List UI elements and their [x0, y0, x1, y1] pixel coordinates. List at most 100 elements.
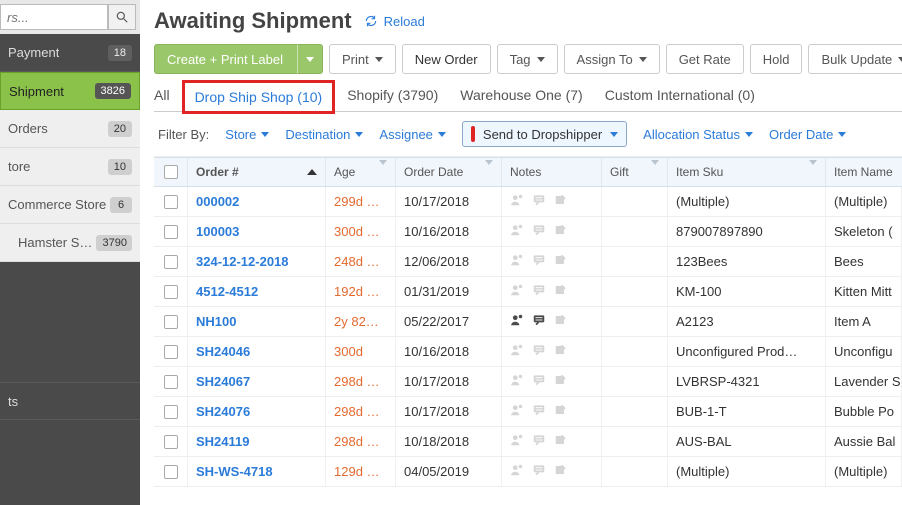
table-row[interactable]: 000002299d …10/17/2018(Multiple)(Multipl…: [154, 187, 902, 217]
row-select[interactable]: [154, 337, 188, 366]
new-order-button[interactable]: New Order: [402, 44, 491, 74]
filter-allocation-status[interactable]: Allocation Status: [643, 127, 753, 142]
chat-note-icon[interactable]: [532, 433, 546, 450]
row-select[interactable]: [154, 187, 188, 216]
table-row[interactable]: SH24076298d …10/17/2018BUB-1-TBubble Po: [154, 397, 902, 427]
col-order-number[interactable]: Order #: [188, 158, 326, 186]
chat-note-icon[interactable]: [532, 253, 546, 270]
order-link[interactable]: NH100: [196, 314, 236, 329]
filter-destination[interactable]: Destination: [285, 127, 363, 142]
cell-order: 100003: [188, 217, 326, 246]
user-note-icon[interactable]: [510, 283, 524, 300]
edit-note-icon[interactable]: [554, 223, 568, 240]
order-link[interactable]: 324-12-12-2018: [196, 254, 289, 269]
sidebar-item[interactable]: Payment18: [0, 34, 140, 72]
user-note-icon[interactable]: [510, 463, 524, 480]
bulk-update-button[interactable]: Bulk Update: [808, 44, 902, 74]
row-select[interactable]: [154, 397, 188, 426]
col-age[interactable]: Age: [326, 158, 396, 186]
store-tab[interactable]: Shopify (3790): [347, 87, 438, 103]
edit-note-icon[interactable]: [554, 193, 568, 210]
row-select[interactable]: [154, 427, 188, 456]
row-select[interactable]: [154, 247, 188, 276]
filter-send-to-dropshipper[interactable]: Send to Dropshipper: [462, 121, 627, 147]
user-note-icon[interactable]: [510, 313, 524, 330]
edit-note-icon[interactable]: [554, 463, 568, 480]
order-link[interactable]: SH24046: [196, 344, 250, 359]
edit-note-icon[interactable]: [554, 253, 568, 270]
store-tab[interactable]: Warehouse One (7): [460, 87, 582, 103]
chat-note-icon[interactable]: [532, 313, 546, 330]
table-row[interactable]: SH24119298d …10/18/2018AUS-BALAussie Bal: [154, 427, 902, 457]
assign-to-button[interactable]: Assign To: [564, 44, 660, 74]
sidebar-item-bottom[interactable]: ts: [0, 382, 140, 420]
edit-note-icon[interactable]: [554, 343, 568, 360]
chat-note-icon[interactable]: [532, 403, 546, 420]
user-note-icon[interactable]: [510, 403, 524, 420]
store-tab[interactable]: All: [154, 87, 170, 103]
table-row[interactable]: 4512-4512192d …01/31/2019KM-100Kitten Mi…: [154, 277, 902, 307]
col-gift[interactable]: Gift: [602, 158, 668, 186]
user-note-icon[interactable]: [510, 373, 524, 390]
order-link[interactable]: 100003: [196, 224, 239, 239]
row-select[interactable]: [154, 307, 188, 336]
sidebar-item[interactable]: Orders20: [0, 110, 140, 148]
edit-note-icon[interactable]: [554, 403, 568, 420]
filter-store[interactable]: Store: [225, 127, 269, 142]
filter-order-date[interactable]: Order Date: [769, 127, 846, 142]
chat-note-icon[interactable]: [532, 193, 546, 210]
store-tab[interactable]: Drop Ship Shop (10): [182, 80, 336, 114]
user-note-icon[interactable]: [510, 343, 524, 360]
row-select[interactable]: [154, 277, 188, 306]
search-input[interactable]: [0, 4, 108, 30]
chat-note-icon[interactable]: [532, 343, 546, 360]
table-row[interactable]: 100003300d …10/16/2018879007897890Skelet…: [154, 217, 902, 247]
cell-sku: Unconfigured Prod…: [668, 337, 826, 366]
get-rate-button[interactable]: Get Rate: [666, 44, 744, 74]
chat-note-icon[interactable]: [532, 283, 546, 300]
order-link[interactable]: SH24067: [196, 374, 250, 389]
user-note-icon[interactable]: [510, 223, 524, 240]
edit-note-icon[interactable]: [554, 283, 568, 300]
order-link[interactable]: 4512-4512: [196, 284, 258, 299]
order-link[interactable]: SH24076: [196, 404, 250, 419]
edit-note-icon[interactable]: [554, 433, 568, 450]
search-button[interactable]: [108, 4, 136, 30]
user-note-icon[interactable]: [510, 433, 524, 450]
chat-note-icon[interactable]: [532, 373, 546, 390]
edit-note-icon[interactable]: [554, 313, 568, 330]
col-notes[interactable]: Notes: [502, 158, 602, 186]
user-note-icon[interactable]: [510, 253, 524, 270]
user-note-icon[interactable]: [510, 193, 524, 210]
table-row[interactable]: SH24046300d10/16/2018Unconfigured Prod…U…: [154, 337, 902, 367]
col-order-date[interactable]: Order Date: [396, 158, 502, 186]
col-item-name[interactable]: Item Name: [826, 158, 902, 186]
store-tab[interactable]: Custom International (0): [605, 87, 755, 103]
sidebar-item[interactable]: Shipment3826: [0, 72, 140, 110]
table-row[interactable]: SH24067298d …10/17/2018LVBRSP-4321Lavend…: [154, 367, 902, 397]
sidebar-item[interactable]: Hamster Sh…3790: [0, 224, 140, 262]
hold-button[interactable]: Hold: [750, 44, 803, 74]
select-all-cell[interactable]: [154, 158, 188, 186]
filter-assignee[interactable]: Assignee: [379, 127, 445, 142]
row-select[interactable]: [154, 457, 188, 486]
row-select[interactable]: [154, 217, 188, 246]
tag-button[interactable]: Tag: [497, 44, 558, 74]
chat-note-icon[interactable]: [532, 223, 546, 240]
table-row[interactable]: 324-12-12-2018248d …12/06/2018123BeesBee…: [154, 247, 902, 277]
table-row[interactable]: SH-WS-4718129d …04/05/2019(Multiple)(Mul…: [154, 457, 902, 487]
create-print-label-button[interactable]: Create + Print Label: [154, 44, 297, 74]
edit-note-icon[interactable]: [554, 373, 568, 390]
reload-link[interactable]: Reload: [364, 14, 425, 29]
chat-note-icon[interactable]: [532, 463, 546, 480]
order-link[interactable]: SH-WS-4718: [196, 464, 273, 479]
table-row[interactable]: NH1002y 82…05/22/2017A2123Item A: [154, 307, 902, 337]
sidebar-item[interactable]: tore10: [0, 148, 140, 186]
print-button[interactable]: Print: [329, 44, 396, 74]
order-link[interactable]: SH24119: [196, 434, 250, 449]
col-item-sku[interactable]: Item Sku: [668, 158, 826, 186]
order-link[interactable]: 000002: [196, 194, 239, 209]
create-print-label-dropdown[interactable]: [297, 44, 323, 74]
row-select[interactable]: [154, 367, 188, 396]
sidebar-item[interactable]: Commerce Store6: [0, 186, 140, 224]
